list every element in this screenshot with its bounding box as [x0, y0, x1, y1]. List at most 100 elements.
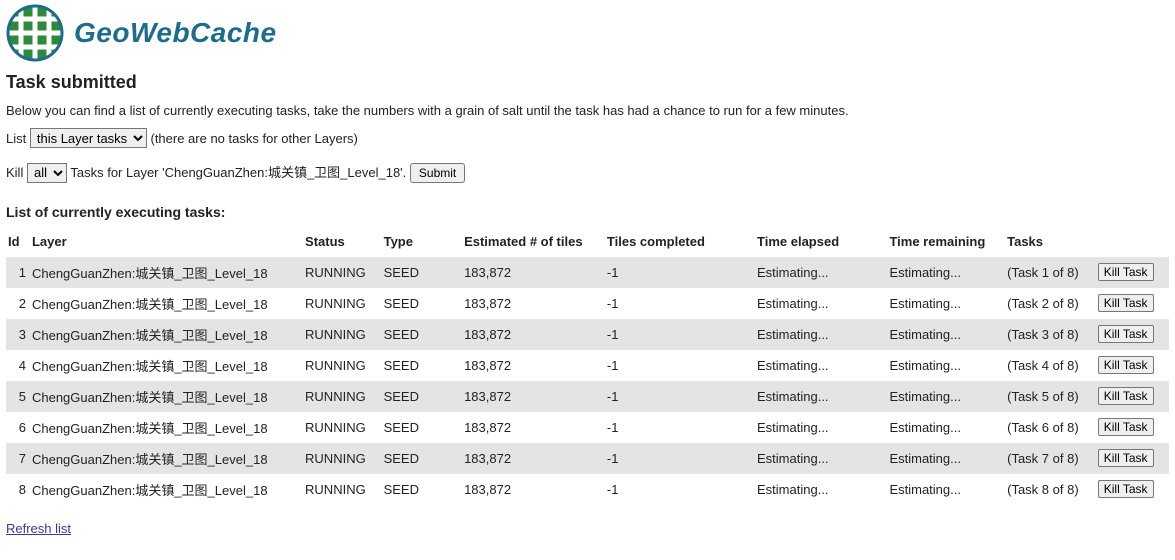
cell-tasks: (Task 1 of 8): [1005, 257, 1096, 288]
cell-spacer: [725, 381, 755, 412]
kill-task-button[interactable]: Kill Task: [1098, 449, 1154, 467]
cell-status: RUNNING: [303, 288, 382, 319]
kill-task-button[interactable]: Kill Task: [1098, 263, 1154, 281]
cell-id: 2: [6, 288, 30, 319]
cell-spacer: [857, 319, 887, 350]
col-tasks: Tasks: [1005, 230, 1096, 257]
page-title: Task submitted: [6, 72, 1169, 93]
cell-spacer: [432, 319, 462, 350]
table-row: 1ChengGuanZhen:城关镇_卫图_Level_18RUNNINGSEE…: [6, 257, 1169, 288]
cell-layer: ChengGuanZhen:城关镇_卫图_Level_18: [30, 412, 303, 443]
kill-scope-select[interactable]: all: [27, 163, 67, 183]
cell-spacer: [432, 350, 462, 381]
kill-task-button[interactable]: Kill Task: [1098, 325, 1154, 343]
cell-elapsed: Estimating...: [755, 350, 857, 381]
col-status: Status: [303, 230, 382, 257]
cell-spacer: [857, 288, 887, 319]
cell-type: SEED: [382, 288, 432, 319]
cell-spacer: [432, 474, 462, 505]
cell-type: SEED: [382, 257, 432, 288]
cell-type: SEED: [382, 381, 432, 412]
list-filter-select[interactable]: this Layer tasks: [30, 128, 147, 148]
cell-id: 8: [6, 474, 30, 505]
cell-spacer: [432, 381, 462, 412]
cell-remaining: Estimating...: [887, 257, 1005, 288]
cell-status: RUNNING: [303, 350, 382, 381]
cell-spacer: [857, 350, 887, 381]
kill-suffix: Tasks for Layer 'ChengGuanZhen:城关镇_卫图_Le…: [70, 165, 406, 180]
kill-task-button[interactable]: Kill Task: [1098, 356, 1154, 374]
cell-type: SEED: [382, 474, 432, 505]
cell-layer: ChengGuanZhen:城关镇_卫图_Level_18: [30, 257, 303, 288]
cell-remaining: Estimating...: [887, 474, 1005, 505]
cell-spacer: [725, 319, 755, 350]
col-id: Id: [6, 230, 30, 257]
cell-est: 183,872: [462, 288, 605, 319]
col-spacer: [432, 230, 462, 257]
cell-completed: -1: [605, 350, 725, 381]
cell-spacer: [857, 474, 887, 505]
cell-remaining: Estimating...: [887, 412, 1005, 443]
cell-completed: -1: [605, 474, 725, 505]
cell-elapsed: Estimating...: [755, 381, 857, 412]
col-spacer: [725, 230, 755, 257]
cell-action: Kill Task: [1096, 474, 1169, 505]
kill-task-button[interactable]: Kill Task: [1098, 294, 1154, 312]
cell-elapsed: Estimating...: [755, 474, 857, 505]
cell-action: Kill Task: [1096, 288, 1169, 319]
cell-spacer: [725, 350, 755, 381]
cell-est: 183,872: [462, 443, 605, 474]
cell-spacer: [857, 412, 887, 443]
kill-task-button[interactable]: Kill Task: [1098, 480, 1154, 498]
cell-est: 183,872: [462, 350, 605, 381]
cell-id: 5: [6, 381, 30, 412]
cell-elapsed: Estimating...: [755, 288, 857, 319]
table-row: 6ChengGuanZhen:城关镇_卫图_Level_18RUNNINGSEE…: [6, 412, 1169, 443]
table-row: 2ChengGuanZhen:城关镇_卫图_Level_18RUNNINGSEE…: [6, 288, 1169, 319]
col-spacer: [857, 230, 887, 257]
tasks-table: Id Layer Status Type Estimated # of tile…: [6, 230, 1169, 505]
list-filter-row: List this Layer tasks (there are no task…: [6, 127, 1169, 152]
cell-spacer: [725, 443, 755, 474]
cell-action: Kill Task: [1096, 350, 1169, 381]
col-est: Estimated # of tiles: [462, 230, 605, 257]
cell-tasks: (Task 6 of 8): [1005, 412, 1096, 443]
table-row: 5ChengGuanZhen:城关镇_卫图_Level_18RUNNINGSEE…: [6, 381, 1169, 412]
cell-layer: ChengGuanZhen:城关镇_卫图_Level_18: [30, 319, 303, 350]
cell-status: RUNNING: [303, 474, 382, 505]
cell-spacer: [725, 474, 755, 505]
cell-spacer: [725, 412, 755, 443]
kill-task-button[interactable]: Kill Task: [1098, 387, 1154, 405]
cell-tasks: (Task 5 of 8): [1005, 381, 1096, 412]
cell-action: Kill Task: [1096, 412, 1169, 443]
kill-label: Kill: [6, 165, 23, 180]
submit-button[interactable]: Submit: [410, 163, 465, 183]
cell-action: Kill Task: [1096, 319, 1169, 350]
cell-spacer: [432, 257, 462, 288]
cell-type: SEED: [382, 412, 432, 443]
col-action: [1096, 230, 1169, 257]
cell-est: 183,872: [462, 412, 605, 443]
table-header-row: Id Layer Status Type Estimated # of tile…: [6, 230, 1169, 257]
cell-spacer: [432, 443, 462, 474]
cell-est: 183,872: [462, 381, 605, 412]
list-note: (there are no tasks for other Layers): [150, 131, 357, 146]
cell-remaining: Estimating...: [887, 319, 1005, 350]
list-label: List: [6, 131, 26, 146]
cell-type: SEED: [382, 350, 432, 381]
table-row: 3ChengGuanZhen:城关镇_卫图_Level_18RUNNINGSEE…: [6, 319, 1169, 350]
cell-elapsed: Estimating...: [755, 443, 857, 474]
cell-action: Kill Task: [1096, 257, 1169, 288]
cell-remaining: Estimating...: [887, 381, 1005, 412]
table-row: 8ChengGuanZhen:城关镇_卫图_Level_18RUNNINGSEE…: [6, 474, 1169, 505]
refresh-link[interactable]: Refresh list: [6, 521, 71, 536]
cell-id: 7: [6, 443, 30, 474]
logo: GeoWebCache: [6, 4, 1169, 62]
cell-layer: ChengGuanZhen:城关镇_卫图_Level_18: [30, 474, 303, 505]
kill-task-button[interactable]: Kill Task: [1098, 418, 1154, 436]
cell-est: 183,872: [462, 474, 605, 505]
cell-id: 1: [6, 257, 30, 288]
cell-tasks: (Task 3 of 8): [1005, 319, 1096, 350]
cell-status: RUNNING: [303, 412, 382, 443]
cell-spacer: [432, 412, 462, 443]
